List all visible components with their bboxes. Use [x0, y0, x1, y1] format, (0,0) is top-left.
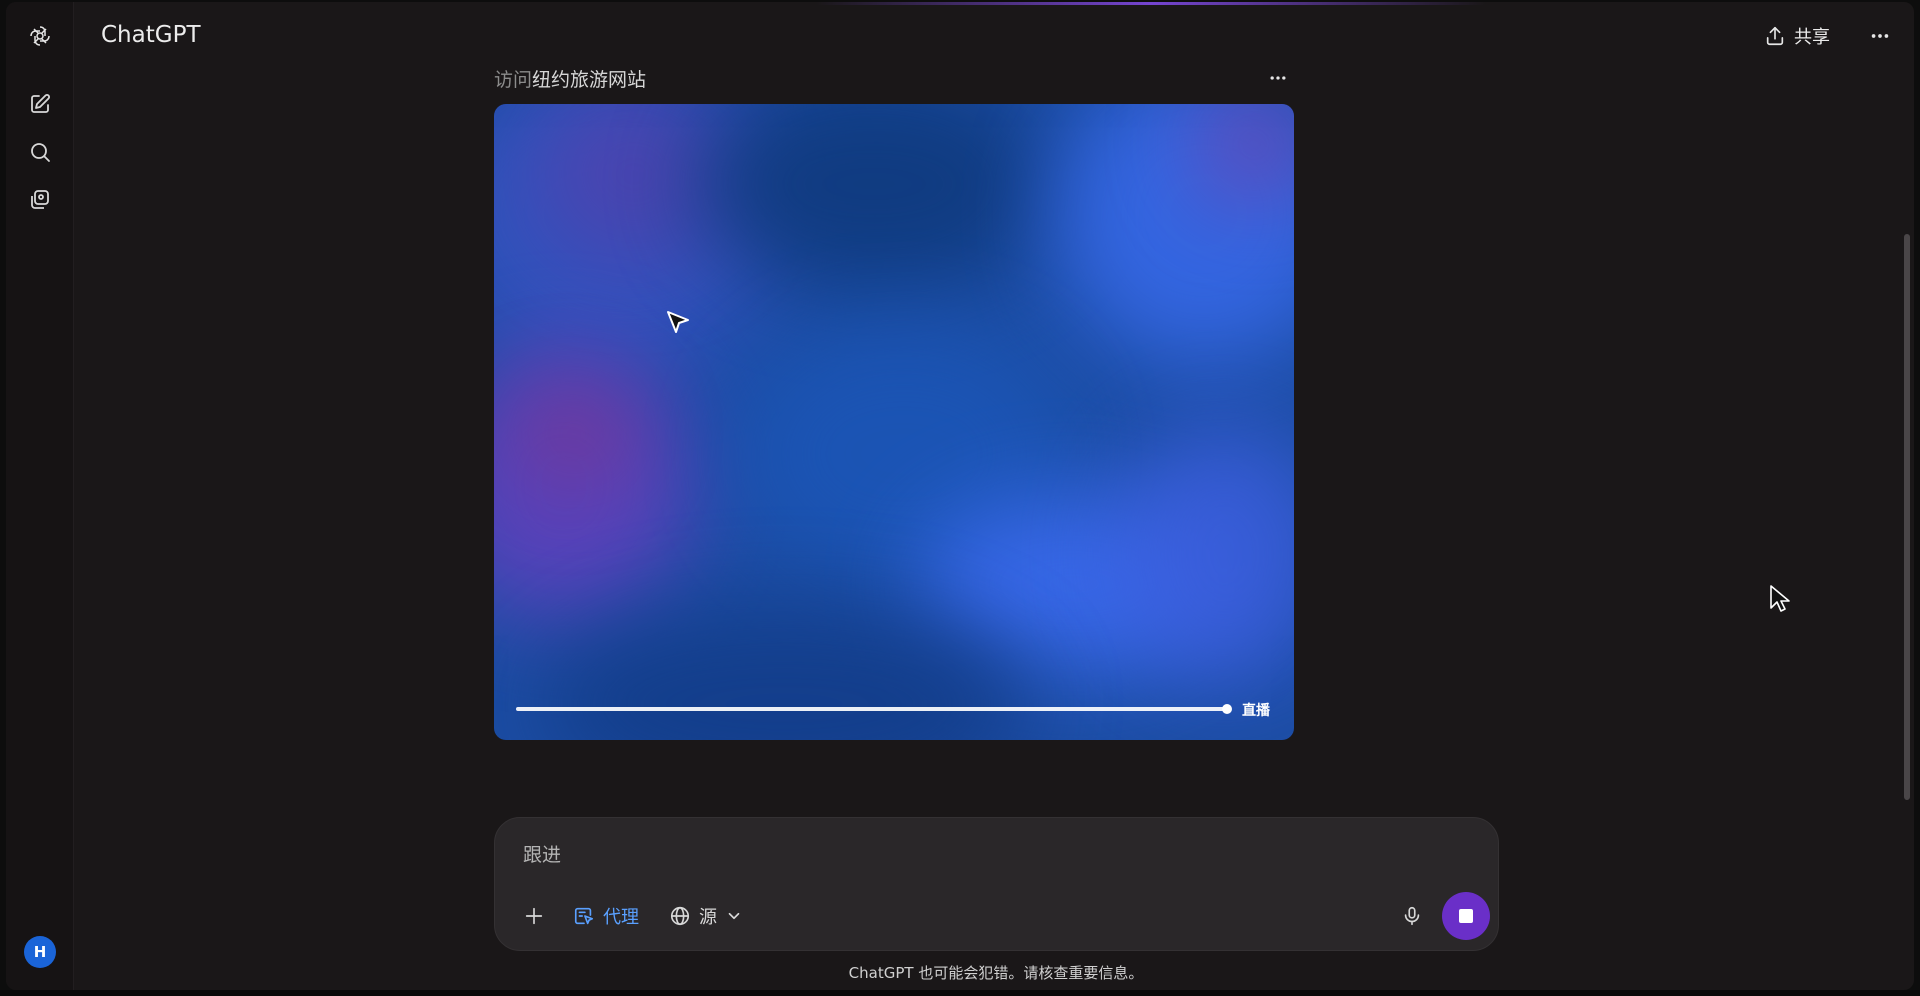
search-button[interactable]	[20, 132, 60, 172]
search-icon	[31, 143, 50, 162]
app-title: ChatGPT	[101, 22, 201, 48]
chevron-down-icon	[728, 912, 740, 920]
playback-progress-track[interactable]	[516, 707, 1228, 711]
share-label: 共享	[1794, 27, 1830, 48]
scrollbar[interactable]	[1904, 234, 1910, 800]
app-window: H ChatGPT 共享 访问纽约旅游网站 直播 跟进 代理 源 ChatGPT…	[6, 2, 1914, 990]
share-button[interactable]: 共享	[1758, 20, 1836, 52]
more-horizontal-icon	[1270, 76, 1286, 80]
openai-logo-icon[interactable]	[20, 16, 60, 56]
microphone-icon	[1404, 906, 1420, 926]
source-label: 源	[699, 907, 717, 928]
agent-cursor-icon	[574, 907, 594, 925]
more-options-button[interactable]	[1864, 20, 1896, 52]
agent-label: 代理	[603, 907, 639, 928]
cursor-arrow-icon	[667, 311, 689, 333]
task-title-rest: 纽约旅游网站	[532, 69, 647, 91]
composer: 代理 源	[494, 817, 1499, 951]
stop-button[interactable]	[1442, 892, 1490, 940]
task-more-button[interactable]	[1260, 64, 1296, 92]
share-icon	[1766, 26, 1784, 46]
live-label[interactable]: 直播	[1242, 700, 1270, 720]
bg-blob	[514, 384, 634, 484]
disclaimer-note: ChatGPT 也可能会犯错。请核查重要信息。	[848, 964, 1144, 982]
add-attachment-button[interactable]	[517, 898, 551, 934]
agent-mode-button[interactable]: 代理	[567, 898, 645, 934]
task-title: 访问纽约旅游网站	[494, 65, 646, 92]
follow-up-input[interactable]	[523, 840, 1423, 870]
new-chat-button[interactable]	[20, 84, 60, 124]
top-glow	[816, 2, 1486, 5]
stop-icon	[1459, 909, 1473, 923]
sidebar: H	[6, 2, 74, 990]
library-button[interactable]	[20, 180, 60, 220]
browser-live-view[interactable]: 直播	[494, 104, 1294, 740]
source-selector[interactable]: 源	[665, 898, 747, 934]
playback-progress-knob[interactable]	[1222, 704, 1232, 714]
library-icon	[31, 190, 49, 209]
plus-icon	[525, 907, 543, 925]
microphone-button[interactable]	[1395, 898, 1429, 934]
mouse-pointer-icon	[1770, 585, 1790, 612]
more-horizontal-icon	[1871, 34, 1889, 38]
task-title-prefix: 访问	[494, 69, 533, 91]
bottom-strip	[0, 990, 1920, 996]
new-chat-icon	[31, 94, 50, 113]
globe-icon	[670, 906, 690, 926]
